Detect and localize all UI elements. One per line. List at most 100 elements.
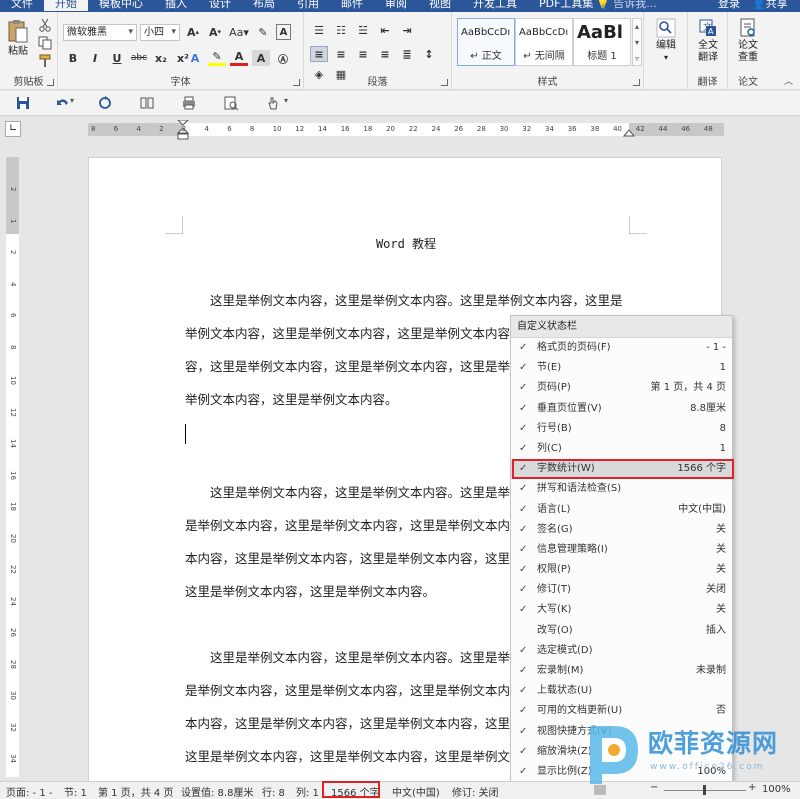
clear-format-icon[interactable]: ✎	[254, 24, 272, 40]
subscript-button[interactable]: x₂	[152, 50, 170, 66]
tab-0[interactable]: 文件	[0, 0, 44, 11]
group-label-translate: 翻译	[697, 77, 718, 88]
tab-4[interactable]: 设计	[198, 0, 242, 11]
cut-icon[interactable]	[38, 18, 52, 32]
increase-indent-icon[interactable]: ⇥	[398, 22, 416, 38]
print-preview-icon[interactable]	[222, 95, 240, 111]
font-name-combo[interactable]: 微软雅黑	[63, 24, 137, 41]
font-launcher[interactable]	[293, 79, 300, 86]
menu-item[interactable]: ✓ 节(E) 1	[511, 358, 732, 378]
status-page[interactable]: 第 1 页，共 4 页	[98, 784, 173, 799]
line-spacing-icon[interactable]: ↕	[420, 46, 438, 62]
menu-item[interactable]: ✓ 信息管理策略(I) 关	[511, 540, 732, 560]
vertical-ruler[interactable]: 2 1 2 4 6 8 10 12 14 16 18 20 22 24 26 28 30 32 34	[6, 157, 19, 777]
style-heading-1[interactable]: AaBl 标题 1	[573, 18, 631, 66]
justify-icon[interactable]: ≡	[376, 46, 394, 62]
status-vertical-position[interactable]: 设置值: 8.8厘米	[181, 784, 253, 799]
format-painter-icon[interactable]	[38, 54, 52, 68]
share-button[interactable]: 👤共享	[752, 0, 788, 11]
clipboard-launcher[interactable]	[47, 79, 54, 86]
underline-button[interactable]: U	[108, 50, 126, 66]
multilevel-list-icon[interactable]: ☱	[354, 22, 372, 38]
tab-1[interactable]: 开始	[44, 0, 88, 11]
align-left-icon[interactable]: ≡	[310, 46, 328, 62]
print-icon[interactable]	[180, 95, 198, 111]
tab-2[interactable]: 模板中心	[88, 0, 154, 11]
save-icon[interactable]	[14, 95, 32, 111]
char-border-icon[interactable]: A	[276, 24, 291, 40]
redo-icon[interactable]	[96, 95, 114, 111]
align-center-icon[interactable]: ≡	[332, 46, 350, 62]
style-normal[interactable]: AaBbCcDı ↵ 正文	[457, 18, 515, 66]
font-size-combo[interactable]: 小四	[140, 24, 180, 41]
styles-launcher[interactable]	[633, 79, 640, 86]
two-page-icon[interactable]	[138, 95, 156, 111]
menu-item[interactable]: ✓ 大写(K) 关	[511, 600, 732, 620]
menu-item[interactable]: ✓ 选定模式(D)	[511, 641, 732, 661]
collapse-ribbon-icon[interactable]: ︿	[784, 74, 793, 87]
menu-item[interactable]: ✓ 上载状态(U)	[511, 681, 732, 701]
status-track-changes[interactable]: 修订: 关闭	[452, 784, 499, 799]
menu-item[interactable]: ✓ 语言(L) 中文(中国)	[511, 500, 732, 520]
menu-item[interactable]: ✓ 格式页的页码(F) - 1 -	[511, 338, 732, 358]
numbering-icon[interactable]: ☷	[332, 22, 350, 38]
menu-item[interactable]: ✓ 行号(B) 8	[511, 419, 732, 439]
shrink-font-button[interactable]: A ▾	[206, 24, 224, 40]
strikethrough-button[interactable]: abc	[130, 50, 148, 66]
status-line[interactable]: 行: 8	[262, 784, 285, 799]
paper-check-button[interactable]: 论文 查重	[732, 18, 764, 64]
style-no-spacing[interactable]: AaBbCcDı ↵ 无间隔	[515, 18, 573, 66]
menu-item[interactable]: ✓ 修订(T) 关闭	[511, 580, 732, 600]
bullets-icon[interactable]: ☰	[310, 22, 328, 38]
tab-9[interactable]: 视图	[418, 0, 462, 11]
font-color-icon[interactable]: A	[230, 50, 248, 66]
text-effect-icon[interactable]: A	[186, 50, 204, 66]
paragraph-launcher[interactable]	[441, 79, 448, 86]
tab-7[interactable]: 邮件	[330, 0, 374, 11]
menu-item[interactable]: ✓ 拼写和语法检查(S)	[511, 479, 732, 499]
login-link[interactable]: 登录	[718, 0, 740, 11]
menu-item[interactable]: 改写(O) 插入	[511, 621, 732, 641]
undo-dropdown-icon[interactable]: ▾	[70, 96, 74, 105]
grow-font-button[interactable]: A ▴	[184, 24, 202, 40]
paste-button[interactable]: 粘贴	[6, 18, 30, 58]
status-language[interactable]: 中文(中国)	[392, 784, 440, 799]
menu-item[interactable]: ✓ 垂直页位置(V) 8.8厘米	[511, 399, 732, 419]
tell-me-search[interactable]: 💡 告诉我...	[596, 0, 657, 11]
change-case-button[interactable]: Aa▾	[228, 24, 250, 40]
touch-mode-icon[interactable]	[264, 95, 282, 111]
tab-11[interactable]: PDF工具集	[528, 0, 604, 11]
editing-button[interactable]: 编辑 ▾	[650, 18, 682, 64]
distributed-icon[interactable]: ≣	[398, 46, 416, 62]
right-indent-marker-icon[interactable]	[623, 128, 635, 137]
tab-stop-selector[interactable]: ∟	[5, 121, 21, 137]
status-section[interactable]: 节: 1	[64, 784, 87, 799]
menu-item[interactable]: ✓ 字数统计(W) 1566 个字	[511, 459, 732, 480]
copy-icon[interactable]	[38, 36, 52, 50]
menu-item[interactable]: ✓ 权限(P) 关	[511, 560, 732, 580]
tab-6[interactable]: 引用	[286, 0, 330, 11]
highlight-color-icon[interactable]: ✎	[208, 50, 226, 66]
customize-qat-icon[interactable]: ▾	[284, 96, 288, 105]
menu-item-label: 上载状态(U)	[537, 685, 593, 697]
status-column[interactable]: 列: 1	[296, 784, 319, 799]
menu-item[interactable]: ✓ 宏录制(M) 未录制	[511, 661, 732, 681]
status-formatted-page[interactable]: 页面: - 1 -	[6, 784, 52, 799]
status-word-count[interactable]: 1566 个字	[331, 784, 380, 799]
align-right-icon[interactable]: ≡	[354, 46, 372, 62]
enclose-char-icon[interactable]: Ⓐ	[274, 50, 292, 66]
full-translate-button[interactable]: 文A 全文 翻译	[692, 18, 724, 64]
menu-item[interactable]: ✓ 页码(P) 第 1 页，共 4 页	[511, 378, 732, 398]
tab-8[interactable]: 审阅	[374, 0, 418, 11]
horizontal-ruler[interactable]: 8 6 4 2 2 4 6 8 10 12 14 16 18 20 22 24 26 28 30 32 34 36 38 40…	[88, 120, 724, 140]
tab-10[interactable]: 开发工具	[462, 0, 528, 11]
menu-item[interactable]: ✓ 列(C) 1	[511, 439, 732, 459]
decrease-indent-icon[interactable]: ⇤	[376, 22, 394, 38]
styles-scroll[interactable]: ▴ ▾ ▿	[632, 18, 642, 66]
menu-item[interactable]: ✓ 签名(G) 关	[511, 520, 732, 540]
italic-button[interactable]: I	[86, 50, 104, 66]
tab-5[interactable]: 布局	[242, 0, 286, 11]
tab-3[interactable]: 插入	[154, 0, 198, 11]
char-shading-icon[interactable]: A	[252, 50, 270, 66]
bold-button[interactable]: B	[64, 50, 82, 66]
